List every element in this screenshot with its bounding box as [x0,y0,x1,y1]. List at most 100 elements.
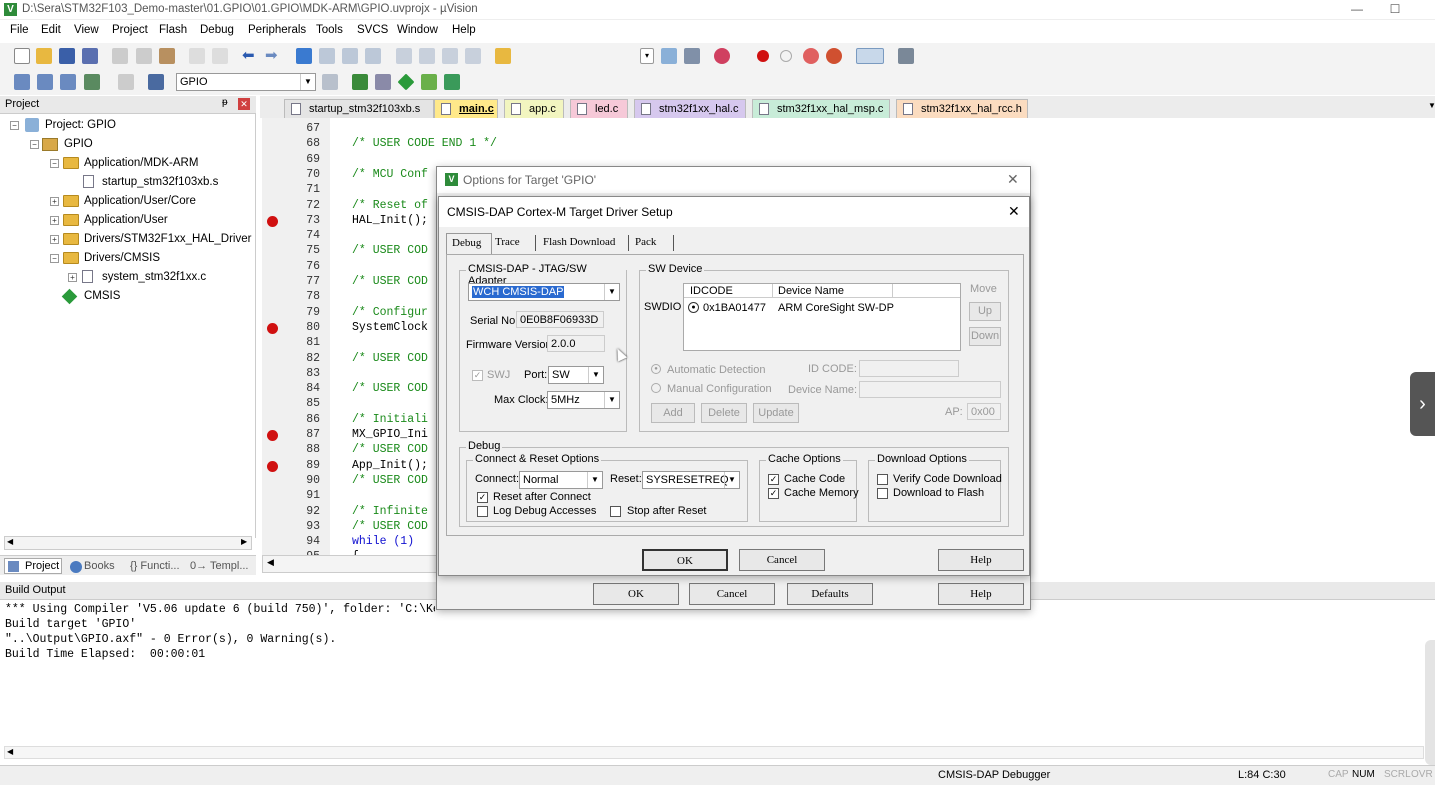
close-icon[interactable]: ✕ [1008,203,1020,220]
find-icon[interactable] [661,48,677,64]
code-line[interactable]: /* Configur [352,306,428,319]
menu-help[interactable]: Help [452,24,476,36]
verify-code-checkbox[interactable] [877,474,888,485]
batch-build-icon[interactable] [84,74,100,90]
clear-bookmarks-icon[interactable] [365,48,381,64]
unindent-icon[interactable] [419,48,435,64]
manual-config-radio[interactable] [651,383,661,393]
breakpoint-icon[interactable] [267,215,278,227]
nav-back-icon[interactable]: ⬅ [242,48,258,64]
file-extensions-icon[interactable] [375,74,391,90]
options-defaults-button[interactable]: Defaults [787,583,873,605]
auto-detect-radio[interactable]: ● [651,364,661,374]
paste-icon[interactable] [159,48,175,64]
menu-peripherals[interactable]: Peripherals [248,24,306,36]
tree-item-group[interactable]: Application/User [84,214,168,226]
port-select[interactable]: SW ▼ [548,366,604,384]
breakpoint-icon[interactable] [267,460,278,472]
code-line[interactable]: while (1) [352,535,414,548]
tab-flash-download[interactable]: Flash Download [543,236,615,248]
download-flash-checkbox[interactable] [877,488,888,499]
undo-icon[interactable] [189,48,205,64]
tab-debug[interactable]: Debug [446,233,492,255]
tab-pack[interactable]: Pack [635,236,656,248]
tab-stm32f1xx-hal-rcc-h[interactable]: stm32f1xx_hal_rcc.h [896,99,1028,118]
bookmark-icon[interactable] [296,48,312,64]
editor-hscroll[interactable]: ◀ [262,555,437,573]
stop-after-reset-checkbox[interactable] [610,506,621,517]
incremental-find-icon[interactable] [684,48,700,64]
swj-checkbox[interactable]: ✓ [472,370,483,381]
next-bookmark-icon[interactable] [342,48,358,64]
translate-icon[interactable] [14,74,30,90]
open-file-icon[interactable] [36,48,52,64]
cmsis-ok-button[interactable]: OK [642,549,728,571]
delete-button[interactable]: Delete [701,403,747,423]
rebuild-icon[interactable] [60,74,76,90]
collapse-icon[interactable]: − [50,159,59,168]
expand-icon[interactable]: + [50,197,59,206]
breakpoint-icon[interactable] [267,430,278,441]
options-help-button[interactable]: Help [938,583,1024,605]
expand-icon[interactable]: + [68,273,77,282]
update-button[interactable]: Update [753,403,799,423]
code-line[interactable]: SystemClock [352,321,428,334]
run-time-env-icon[interactable] [397,73,415,91]
close-panel-icon[interactable]: ✕ [238,98,250,110]
tree-item-group[interactable]: Drivers/CMSIS [84,252,160,264]
tab-main-c[interactable]: main.c [434,99,498,118]
side-handle[interactable] [1425,640,1435,765]
code-line[interactable]: /* USER COD [352,244,428,257]
adapter-select[interactable]: WCH CMSIS-DAP ▼ [468,283,620,301]
build-icon[interactable] [37,74,53,90]
move-down-button[interactable]: Down [969,327,1001,346]
scroll-left-icon[interactable]: ◀ [7,537,13,546]
tab-templates[interactable]: 0→ Templ... [190,560,249,572]
scroll-left-icon[interactable]: ◀ [7,747,13,756]
max-clock-select[interactable]: 5MHz ▼ [547,391,620,409]
tree-item-group[interactable]: Application/User/Core [84,195,196,207]
target-options-icon[interactable] [322,74,338,90]
new-file-icon[interactable] [14,48,30,64]
code-line[interactable]: /* MCU Conf [352,168,428,181]
select-packs-icon[interactable] [421,74,437,90]
menu-flash[interactable]: Flash [159,24,187,36]
device-name-field[interactable] [859,381,1001,398]
tree-item-group[interactable]: Drivers/STM32F1xx_HAL_Driver [84,233,251,245]
tab-functions[interactable]: {} Functi... [130,560,180,572]
enable-breakpoint-icon[interactable] [780,50,792,62]
options-cancel-button[interactable]: Cancel [689,583,775,605]
cache-code-checkbox[interactable]: ✓ [768,474,779,485]
prev-bookmark-icon[interactable] [319,48,335,64]
download-icon[interactable] [148,74,164,90]
uncomment-icon[interactable] [465,48,481,64]
expand-icon[interactable]: + [50,235,59,244]
breakpoint-icon[interactable] [267,322,278,334]
tab-stm32f1xx-hal-msp-c[interactable]: stm32f1xx_hal_msp.c [752,99,890,118]
comment-icon[interactable] [442,48,458,64]
reset-after-connect-checkbox[interactable]: ✓ [477,492,488,503]
pack-installer-icon[interactable] [444,74,460,90]
menu-debug[interactable]: Debug [200,24,234,36]
cmsis-cancel-button[interactable]: Cancel [739,549,825,571]
menu-project[interactable]: Project [112,24,148,36]
code-line[interactable]: HAL_Init(); [352,214,428,227]
code-line[interactable]: MX_GPIO_Ini [352,428,428,441]
tab-led-c[interactable]: led.c [570,99,628,118]
tab-app-c[interactable]: app.c [504,99,564,118]
disable-breakpoints-icon[interactable] [803,48,819,64]
options-ok-button[interactable]: OK [593,583,679,605]
code-line[interactable]: /* USER COD [352,474,428,487]
menu-view[interactable]: View [74,24,99,36]
debug-session-icon[interactable] [714,48,730,64]
build-hscroll[interactable]: ◀ [4,746,1424,759]
configure-icon[interactable] [898,48,914,64]
tree-item-project[interactable]: Project: GPIO [45,119,116,131]
collapse-icon[interactable]: − [50,254,59,263]
find-in-files-icon[interactable] [495,48,511,64]
reset-select[interactable]: SYSRESETREQ ▼ [642,471,740,489]
insert-breakpoint-icon[interactable] [757,50,769,62]
menu-tools[interactable]: Tools [316,24,343,36]
code-line[interactable]: /* USER COD [352,275,428,288]
horizontal-scrollbar[interactable]: ◀ ▶ [4,536,252,550]
